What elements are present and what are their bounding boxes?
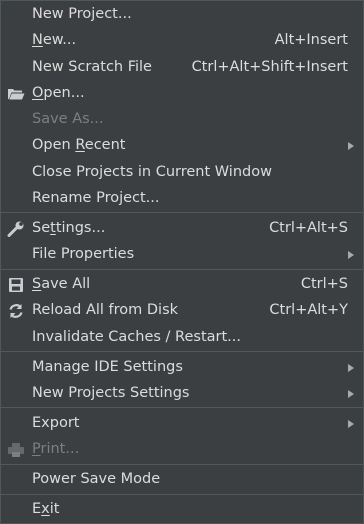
menu-item-shortcut: Alt+Insert [274, 32, 348, 48]
menu-item-label: Open... [32, 85, 85, 101]
menu-item-label: Power Save Mode [32, 471, 161, 487]
menu-item-label: Invalidate Caches / Restart... [32, 329, 241, 345]
menu-item-close-projects[interactable]: Close Projects in Current Window [1, 160, 363, 186]
menu-item-manage-ide-settings[interactable]: Manage IDE Settings [1, 355, 363, 381]
menu-separator [1, 269, 363, 270]
menu-item-invalidate-caches[interactable]: Invalidate Caches / Restart... [1, 325, 363, 351]
menu-item-label: File Properties [32, 246, 135, 262]
menu-item-label: Open Recent [32, 137, 126, 153]
menu-item-shortcut: Ctrl+S [300, 276, 348, 292]
menu-item-label: Save As... [32, 111, 104, 127]
menu-item-new-projects-settings[interactable]: New Projects Settings [1, 381, 363, 407]
menu-separator [1, 212, 363, 213]
menu-item-print: Print... [1, 437, 363, 463]
menu-item-label: Reload All from Disk [32, 302, 179, 318]
menu-item-label: New Projects Settings [32, 385, 190, 401]
menu-item-label: Export [32, 415, 80, 431]
printer-icon [7, 442, 25, 458]
menu-item-new-scratch-file[interactable]: New Scratch File Ctrl+Alt+Shift+Insert [1, 55, 363, 81]
menu-separator [1, 407, 363, 408]
submenu-arrow-icon [348, 390, 354, 398]
wrench-icon [7, 221, 25, 237]
menu-item-label: Rename Project... [32, 190, 160, 206]
menu-separator [1, 464, 363, 465]
menu-item-save-as: Save As... [1, 107, 363, 133]
menu-item-open-recent[interactable]: Open Recent [1, 133, 363, 159]
reload-icon [7, 303, 25, 319]
menu-item-settings[interactable]: Settings... Ctrl+Alt+S [1, 216, 363, 242]
menu-item-rename-project[interactable]: Rename Project... [1, 186, 363, 212]
menu-item-reload-all[interactable]: Reload All from Disk Ctrl+Alt+Y [1, 298, 363, 324]
menu-item-exit[interactable]: Exit [1, 497, 363, 523]
menu-item-label: New Project... [32, 6, 132, 22]
menu-item-new-project[interactable]: New Project... [1, 2, 363, 28]
menu-item-shortcut: Ctrl+Alt+Y [269, 302, 348, 318]
menu-item-shortcut: Ctrl+Alt+Shift+Insert [191, 59, 348, 75]
menu-separator [1, 351, 363, 352]
folder-open-icon [7, 86, 25, 102]
menu-item-shortcut: Ctrl+Alt+S [269, 220, 348, 236]
menu-item-open[interactable]: Open... [1, 81, 363, 107]
submenu-arrow-icon [348, 364, 354, 372]
submenu-arrow-icon [348, 142, 354, 150]
submenu-arrow-icon [348, 251, 354, 259]
menu-item-new[interactable]: New... Alt+Insert [1, 28, 363, 54]
menu-item-label: Close Projects in Current Window [32, 164, 272, 180]
menu-item-export[interactable]: Export [1, 411, 363, 437]
menu-item-label: Save All [32, 276, 91, 292]
menu-item-label: Manage IDE Settings [32, 359, 183, 375]
menu-item-label: New Scratch File [32, 59, 152, 75]
menu-item-label: Exit [32, 501, 60, 517]
menu-item-label: New... [32, 32, 77, 48]
floppy-disk-icon [7, 277, 25, 293]
file-menu: New Project... New... Alt+Insert New Scr… [0, 0, 364, 524]
menu-item-power-save-mode[interactable]: Power Save Mode [1, 467, 363, 493]
menu-item-label: Settings... [32, 220, 106, 236]
submenu-arrow-icon [348, 420, 354, 428]
menu-item-file-properties[interactable]: File Properties [1, 242, 363, 268]
menu-item-label: Print... [32, 441, 80, 457]
menu-separator [1, 494, 363, 495]
menu-item-save-all[interactable]: Save All Ctrl+S [1, 272, 363, 298]
